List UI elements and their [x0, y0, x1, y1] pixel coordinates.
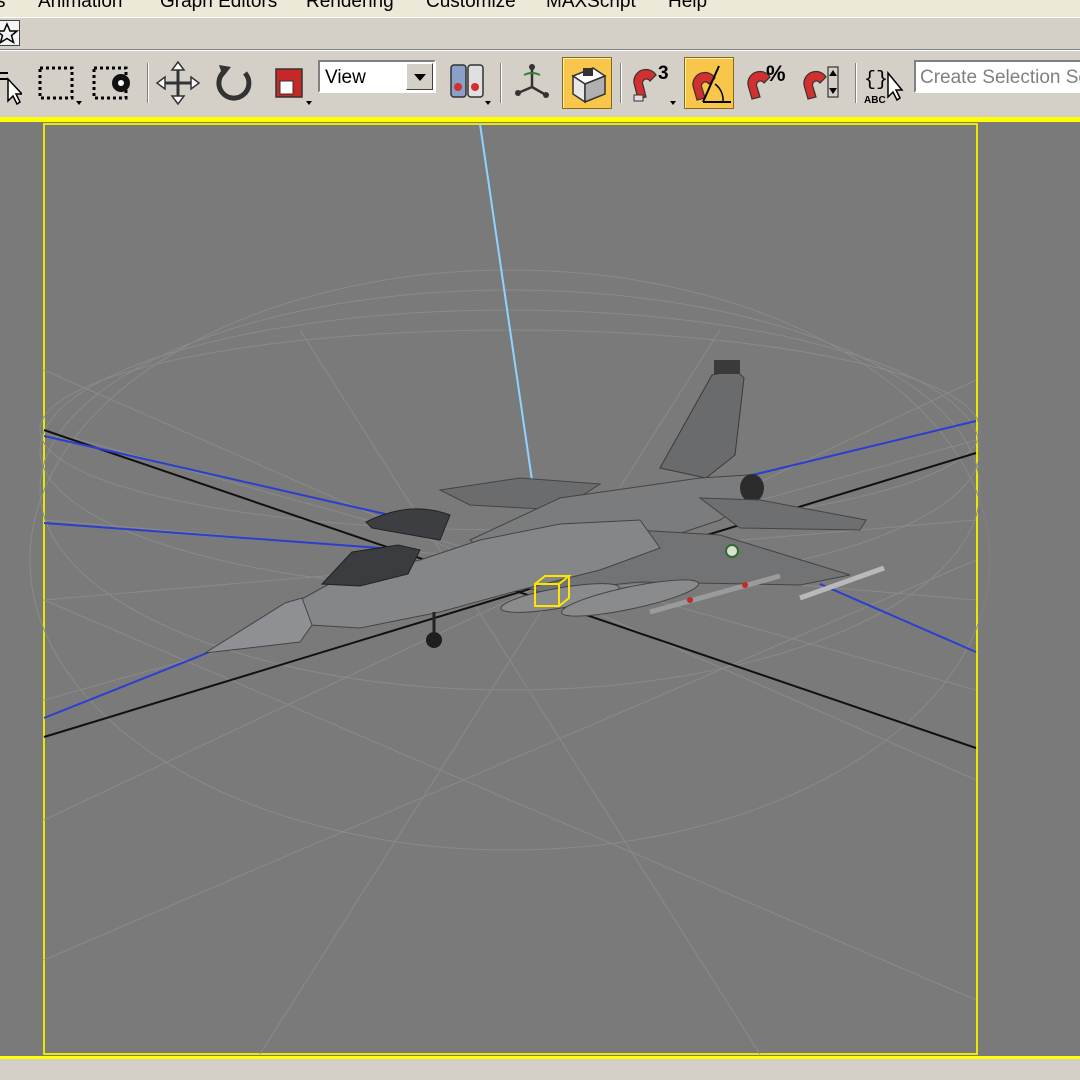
keyboard-box-icon — [571, 67, 607, 104]
use-pivot-point-center-button[interactable] — [443, 57, 493, 109]
menu-rendering[interactable]: Rendering — [306, 0, 394, 13]
spinner-snap-icon — [803, 66, 839, 100]
toolbar-separator — [500, 63, 502, 103]
percent-snap-toggle[interactable]: % — [740, 57, 790, 109]
toolbar-separator — [147, 63, 149, 103]
select-and-manipulate-button[interactable] — [506, 57, 556, 109]
reference-coordinate-system-value: View — [325, 67, 366, 88]
home-grid — [29, 269, 991, 1055]
tab-panel-toolbar — [0, 17, 1080, 50]
menu-graph-editors[interactable]: Graph Editors — [160, 0, 277, 13]
perspective-viewport[interactable] — [0, 122, 1080, 1062]
toolbar-separator — [855, 63, 857, 103]
svg-text:3: 3 — [658, 63, 669, 84]
rectangle-selection-icon — [38, 66, 82, 105]
named-selection-icon: {} ABC — [864, 69, 904, 106]
named-selection-set-placeholder: Create Selection Se — [920, 67, 1080, 88]
fighter-jet-model[interactable] — [204, 360, 885, 654]
menu-animation[interactable]: Animation — [38, 0, 123, 13]
axis-blue-line — [819, 583, 977, 653]
keyboard-shortcut-override-toggle[interactable] — [562, 57, 612, 109]
chevron-down-icon[interactable] — [406, 63, 433, 90]
move-icon — [155, 60, 201, 106]
z-axis-line — [479, 123, 541, 536]
menu-customize[interactable]: Customize — [426, 0, 516, 13]
menu-bar: s Animation Graph Editors Rendering Cust… — [0, 0, 1080, 17]
viewport-margin — [978, 124, 1080, 1054]
viewport-bottom-border — [0, 1056, 1080, 1080]
magnet-snap-icon: 3 — [633, 63, 676, 105]
pivot-center-icon — [450, 64, 491, 105]
svg-text:{}: {} — [864, 69, 888, 92]
rotate-icon — [216, 65, 252, 101]
spinner-snap-toggle[interactable] — [796, 57, 846, 109]
select-by-name-button[interactable] — [0, 57, 22, 109]
toolbar-separator — [620, 63, 622, 103]
rectangular-selection-region-button[interactable] — [32, 57, 82, 109]
window-crossing-button[interactable] — [88, 57, 138, 109]
svg-text:%: % — [766, 61, 786, 86]
percent-snap-icon: % — [747, 61, 786, 100]
edit-named-selection-sets-button[interactable]: {} ABC — [860, 57, 910, 109]
angle-snap-toggle[interactable] — [684, 57, 734, 109]
select-and-scale-button[interactable] — [265, 57, 315, 109]
select-and-move-button[interactable] — [153, 57, 203, 109]
favorites-star-button[interactable] — [0, 20, 20, 46]
menu-maxscript[interactable]: MAXScript — [546, 0, 636, 13]
reference-coordinate-system-dropdown[interactable]: View — [318, 60, 436, 93]
select-and-rotate-button[interactable] — [209, 57, 259, 109]
main-toolbar: View 3 % {} ABC Create Selection Se — [0, 50, 1080, 117]
angle-snap-icon — [692, 65, 731, 103]
manipulate-icon — [515, 64, 549, 98]
menu-help[interactable]: Help — [668, 0, 707, 13]
svg-text:ABC: ABC — [864, 95, 886, 106]
named-selection-set-input[interactable]: Create Selection Se — [914, 60, 1080, 93]
viewport-canvas[interactable] — [0, 122, 1080, 1062]
snaps-toggle-button[interactable]: 3 — [626, 57, 676, 109]
star-icon — [0, 22, 20, 45]
select-by-name-icon — [0, 72, 22, 106]
scale-icon — [275, 68, 312, 105]
menu-views[interactable]: s — [0, 0, 6, 13]
window-crossing-icon — [92, 66, 130, 100]
